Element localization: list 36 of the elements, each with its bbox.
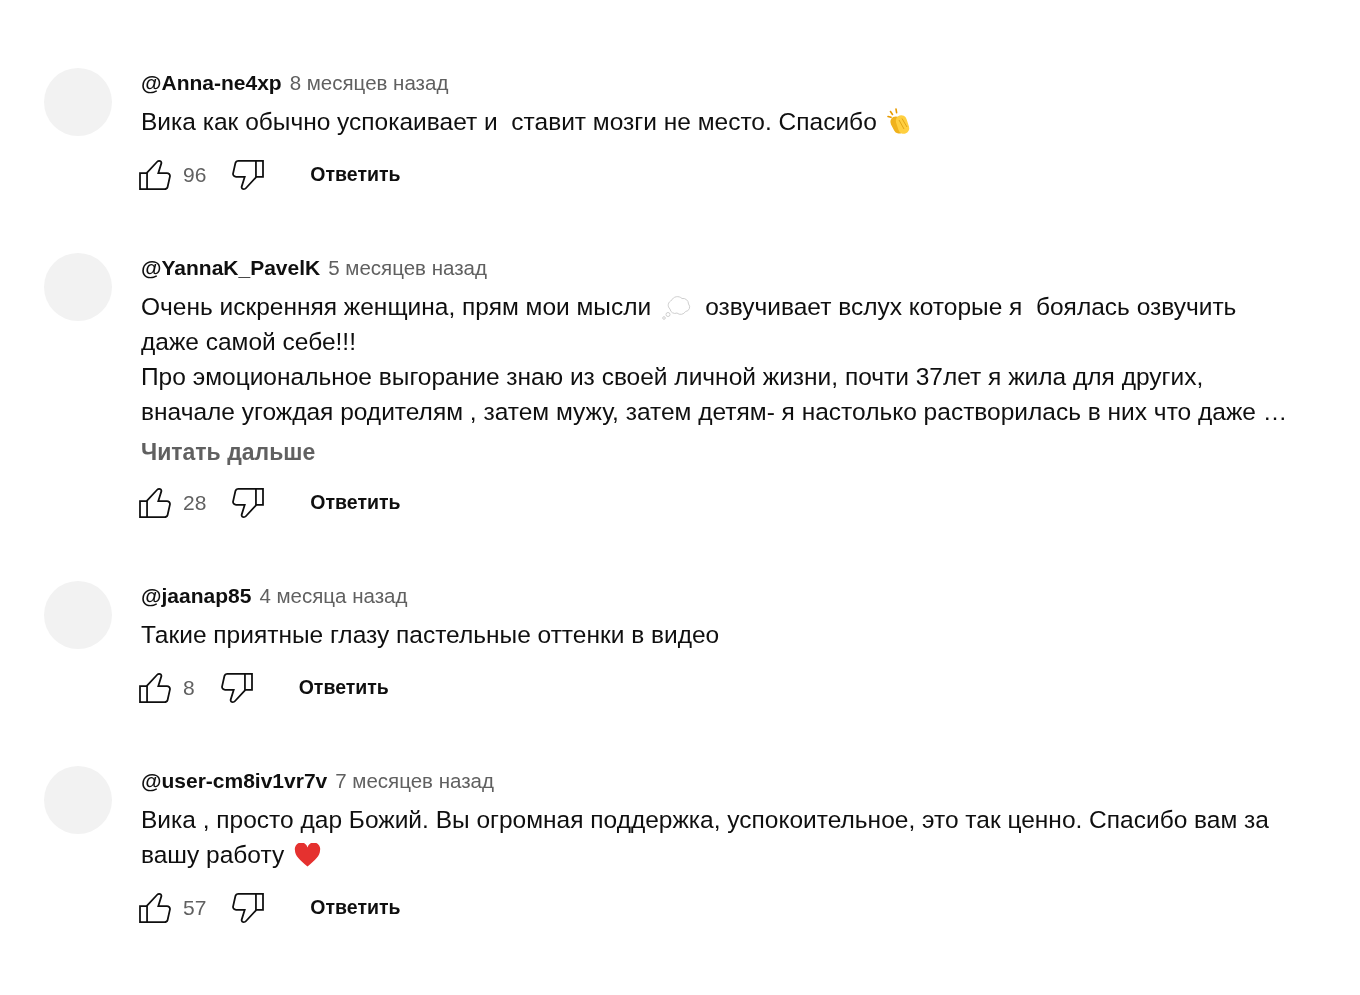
- author-name[interactable]: @user-cm8iv1vr7v: [141, 766, 328, 796]
- comment-text: Вика , просто дар Божий. Вы огромная поддержка, успокоительное, это так ценно. Спасибо вам за: [141, 805, 1269, 835]
- timestamp[interactable]: 4 месяца назад: [259, 581, 408, 611]
- comment-text: Про эмоциональное выгорание знаю из своей личной жизни, почти 37лет я жила для других,: [141, 362, 1204, 392]
- like-button[interactable]: 8: [139, 668, 195, 708]
- comment-text: Вика как обычно успокаивает и ставит мозги не место. Спасибо: [141, 107, 877, 137]
- reply-button[interactable]: Ответить: [294, 155, 417, 195]
- thumbs-up-icon: [139, 673, 171, 703]
- author-name[interactable]: @Anna-ne4xp: [141, 68, 282, 98]
- timestamp[interactable]: 7 месяцев назад: [335, 766, 494, 796]
- thumbs-down-icon: [232, 488, 265, 518]
- thought-bubble-icon: [661, 293, 692, 320]
- thumbs-up-icon: [139, 488, 171, 518]
- thumbs-down-icon: [232, 160, 265, 190]
- comment-text: озвучивает вслух которые я боялась озвучить: [705, 292, 1237, 322]
- comment-text: Очень искренняя женщина, прям мои мысли: [141, 292, 652, 322]
- like-button[interactable]: 96: [139, 155, 207, 195]
- comment-text: даже самой себе!!!: [141, 327, 356, 357]
- thumbs-up-icon: [139, 893, 171, 923]
- reply-button[interactable]: Ответить: [294, 888, 417, 928]
- comment-text: Такие приятные глазу пастельные оттенки в видео: [141, 620, 720, 650]
- timestamp[interactable]: 8 месяцев назад: [289, 68, 449, 98]
- thumbs-down-icon: [220, 673, 253, 703]
- timestamp[interactable]: 5 месяцев назад: [328, 253, 487, 283]
- comment-text: вашу работу: [141, 840, 285, 870]
- author-name[interactable]: @jaanap85: [141, 581, 252, 611]
- author-name[interactable]: @YannaK_PavelK: [141, 253, 321, 283]
- thumbs-up-icon: [139, 160, 171, 190]
- like-button[interactable]: 57: [139, 888, 207, 928]
- comment-text: вначале угождая родителям , затем мужу, затем детям- я настолько растворилась в них что даже …: [141, 397, 1288, 427]
- reply-button[interactable]: Ответить: [294, 483, 417, 523]
- like-button[interactable]: 28: [139, 483, 207, 523]
- read-more-link[interactable]: Читать дальше: [141, 437, 316, 467]
- thumbs-down-icon: [232, 893, 265, 923]
- heart-icon: [294, 842, 322, 867]
- reply-button[interactable]: Ответить: [282, 668, 405, 708]
